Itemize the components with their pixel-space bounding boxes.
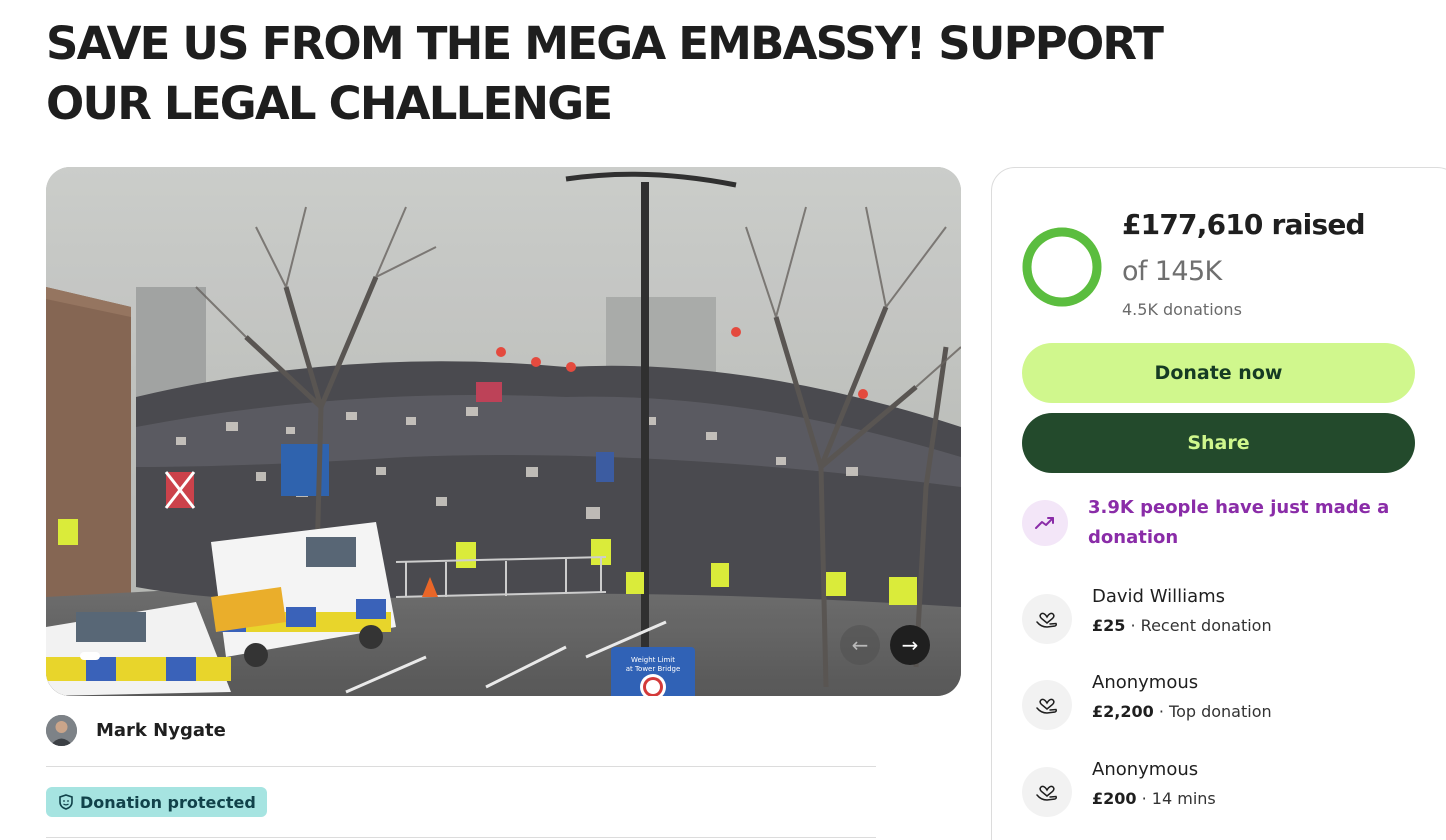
organiser-name[interactable]: Mark Nygate xyxy=(96,720,226,741)
donor-name: Anonymous xyxy=(1092,672,1199,693)
arrow-right-icon: → xyxy=(901,633,919,657)
donor-name: David Williams xyxy=(1092,586,1226,607)
donor-meta: £2,200 · Top donation xyxy=(1092,702,1272,721)
donor-note: · 14 mins xyxy=(1136,789,1216,808)
heart-hand-icon xyxy=(1022,594,1072,644)
organiser[interactable]: Mark Nygate xyxy=(46,715,226,746)
donation-protected-badge[interactable]: Donation protected xyxy=(46,787,267,817)
donor-name: Anonymous xyxy=(1092,759,1199,780)
trend-up-icon xyxy=(1022,500,1068,546)
donor-amount: £200 xyxy=(1092,789,1137,808)
carousel-next-button[interactable]: → xyxy=(890,625,930,665)
shield-icon xyxy=(58,794,74,810)
donation-protected-label: Donation protected xyxy=(80,792,256,812)
avatar[interactable] xyxy=(46,715,77,746)
donor-amount: £25 xyxy=(1092,616,1126,635)
donor-amount: £2,200 xyxy=(1092,702,1154,721)
divider xyxy=(46,766,876,767)
goal-amount: of 145K xyxy=(1122,256,1222,287)
donate-button[interactable]: Donate now xyxy=(1022,343,1415,403)
protest-photo: Weight Limit at Tower Bridge xyxy=(46,167,961,696)
amount-raised: £177,610 raised xyxy=(1122,208,1366,241)
donor-note: · Recent donation xyxy=(1125,616,1272,635)
donation-count: 4.5K donations xyxy=(1122,300,1242,319)
heart-hand-icon xyxy=(1022,767,1072,817)
donor-meta: £200 · 14 mins xyxy=(1092,789,1216,808)
arrow-left-icon: ← xyxy=(851,633,869,657)
divider xyxy=(46,837,876,838)
campaign-image-carousel[interactable]: Weight Limit at Tower Bridge ← → xyxy=(46,167,961,696)
donor-note: · Top donation xyxy=(1153,702,1272,721)
carousel-prev-button[interactable]: ← xyxy=(840,625,880,665)
page: SAVE US FROM THE MEGA EMBASSY! SUPPORT O… xyxy=(0,0,1446,840)
donor-meta: £25 · Recent donation xyxy=(1092,616,1272,635)
recent-donations-trend[interactable]: 3.9K people have just made a donation xyxy=(1088,493,1408,553)
progress-ring xyxy=(1022,227,1102,307)
carousel-indicator[interactable] xyxy=(80,652,100,660)
share-button[interactable]: Share xyxy=(1022,413,1415,473)
heart-hand-icon xyxy=(1022,680,1072,730)
page-title: SAVE US FROM THE MEGA EMBASSY! SUPPORT O… xyxy=(46,17,1164,130)
